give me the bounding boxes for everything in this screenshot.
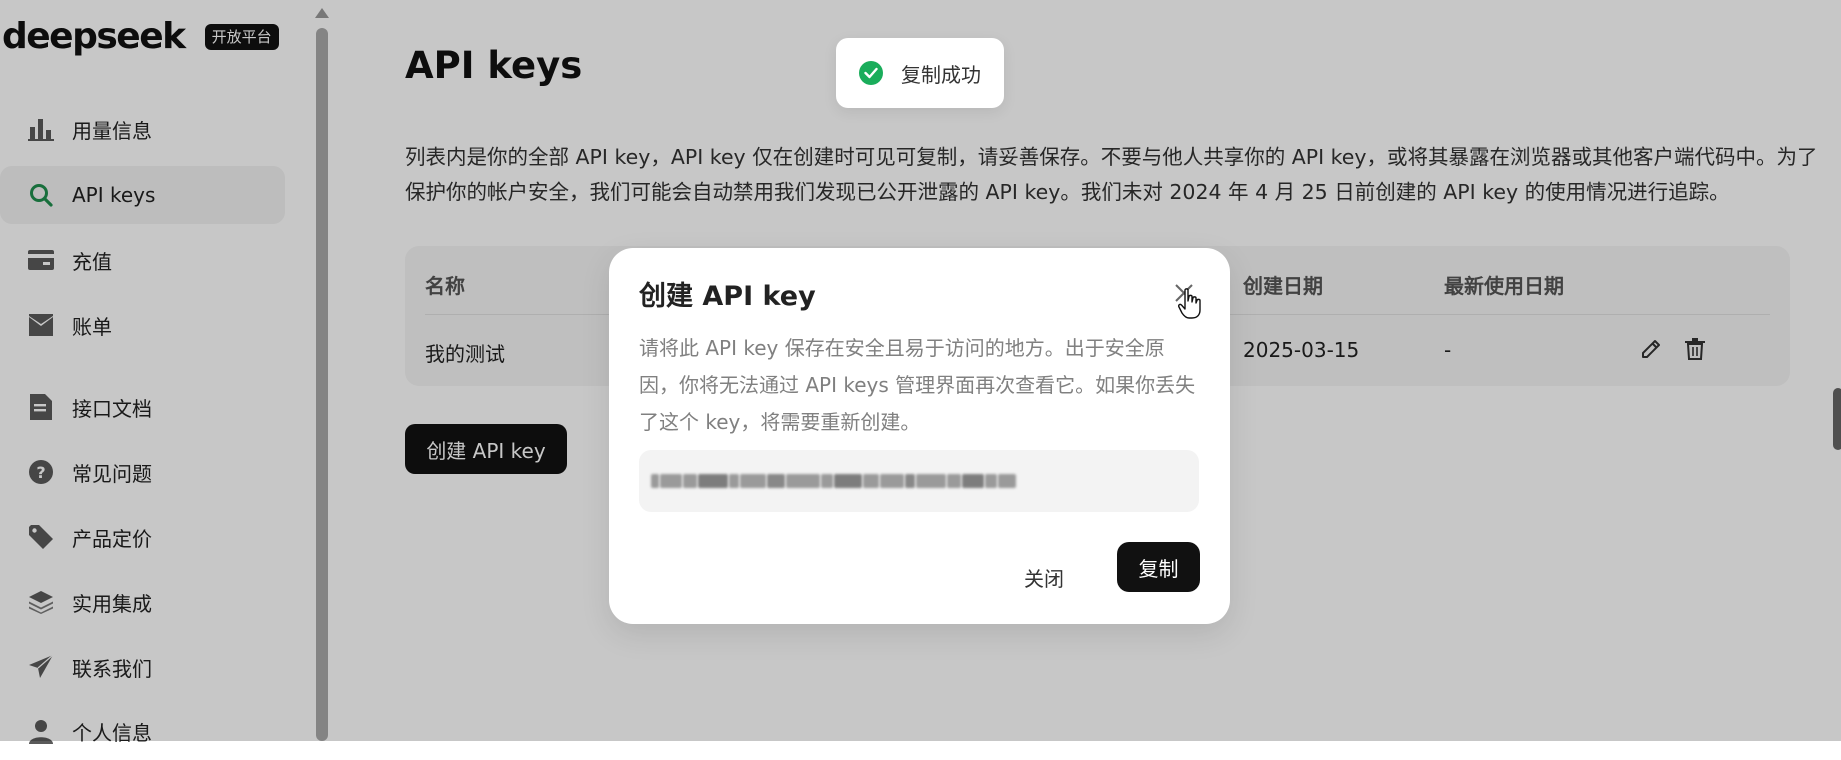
create-api-key-dialog: 创建 API key 请将此 API key 保存在安全且易于访问的地方。出于安…: [609, 248, 1230, 624]
dialog-title: 创建 API key: [639, 281, 816, 312]
close-button[interactable]: 关闭: [1014, 558, 1074, 596]
dialog-description: 请将此 API key 保存在安全且易于访问的地方。出于安全原因，你将无法通过 …: [639, 336, 1196, 434]
copy-button[interactable]: 复制: [1117, 542, 1200, 592]
redacted-api-key: [651, 470, 1016, 492]
hand-cursor-icon: [1178, 288, 1202, 324]
success-toast: 复制成功: [836, 38, 1004, 108]
check-circle-icon: [859, 61, 883, 85]
toast-message: 复制成功: [901, 62, 981, 87]
api-key-field[interactable]: [639, 450, 1199, 512]
